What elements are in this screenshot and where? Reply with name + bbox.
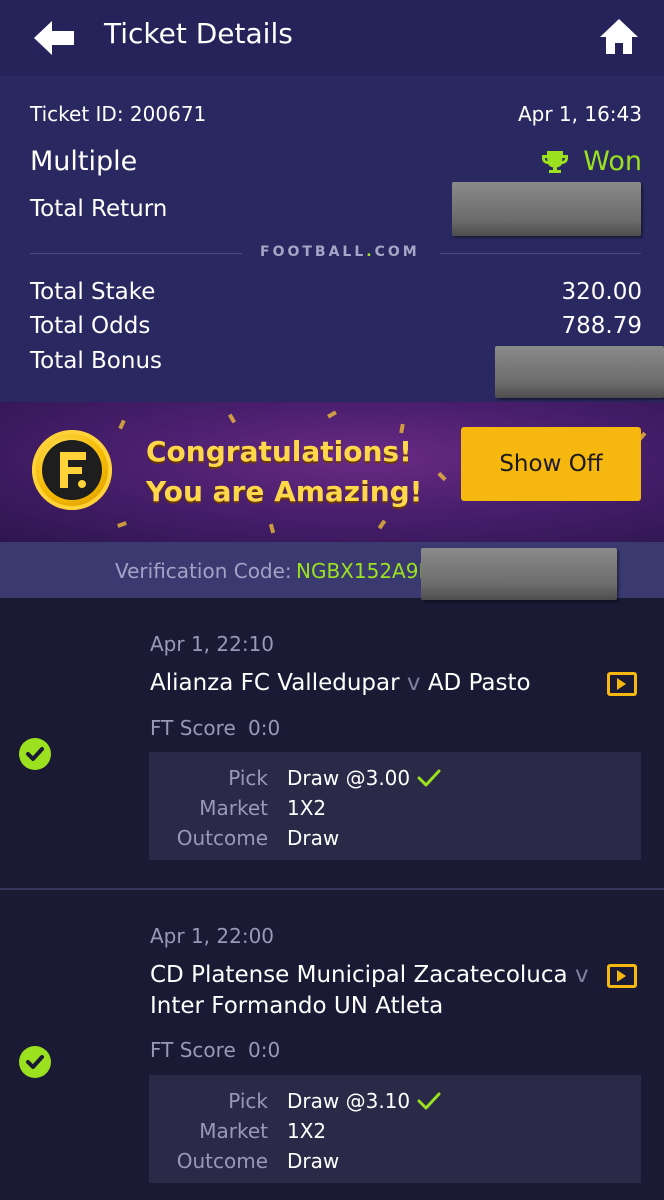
- status-text: Won: [583, 146, 642, 177]
- market-label: Market: [199, 796, 268, 820]
- check-mark-icon: [26, 1055, 44, 1069]
- total-odds-value: 788.79: [561, 313, 642, 339]
- brand-name: FOOTBALL: [260, 244, 367, 260]
- page-title: Ticket Details: [104, 17, 293, 50]
- event-item: Apr 1, 22:10 Alianza FC Valledupar v AD …: [0, 598, 664, 888]
- brand-suffix: COM: [374, 244, 420, 260]
- ft-score-value: 0:0: [248, 716, 281, 740]
- total-return-label: Total Return: [30, 196, 168, 222]
- verification-row: Verification Code: NGBX152A9I: [0, 542, 664, 600]
- won-check-icon: [19, 1046, 51, 1078]
- back-button[interactable]: [32, 18, 76, 58]
- away-team: AD Pasto: [427, 670, 531, 696]
- congrats-line-1: Congratulations!: [146, 435, 412, 468]
- outcome-label: Outcome: [176, 826, 268, 850]
- trophy-icon: [542, 150, 569, 173]
- home-button[interactable]: [598, 17, 640, 57]
- away-team: Inter Formando UN Atleta: [150, 993, 444, 1019]
- congrats-line-2: You are Amazing!: [146, 475, 423, 508]
- market-value: 1X2: [287, 1119, 327, 1143]
- total-odds-label: Total Odds: [30, 313, 151, 339]
- confetti-piece: [268, 523, 276, 534]
- outcome-label: Outcome: [176, 1149, 268, 1173]
- bet-detail-box: Pick Draw @3.10 Market 1X2 Outcome Draw: [149, 1075, 641, 1183]
- verification-label: Verification Code:: [115, 559, 292, 583]
- total-bonus-redaction: [495, 346, 664, 398]
- ft-score-value: 0:0: [248, 1038, 281, 1062]
- versus-label: v: [574, 962, 589, 988]
- verification-redaction: [421, 548, 617, 600]
- pick-value: Draw @3.10: [287, 1089, 411, 1113]
- match-tracker-icon[interactable]: [607, 964, 637, 988]
- divider-left: [30, 253, 242, 254]
- outcome-value: Draw: [287, 1149, 340, 1173]
- brand-dot: .: [366, 244, 375, 260]
- market-value: 1X2: [287, 796, 327, 820]
- home-icon: [600, 19, 638, 54]
- event-item: Apr 1, 22:00 CD Platense Municipal Zacat…: [0, 890, 664, 1200]
- home-team: CD Platense Municipal Zacatecoluca: [150, 962, 568, 988]
- confetti-piece: [117, 521, 127, 528]
- confetti-piece: [437, 471, 447, 482]
- verification-code: NGBX152A9I: [296, 559, 425, 583]
- ft-score-label: FT Score: [150, 1038, 236, 1062]
- pick-value: Draw @3.00: [287, 766, 411, 790]
- confetti-piece: [118, 419, 126, 430]
- versus-label: v: [406, 670, 421, 696]
- event-date: Apr 1, 22:10: [150, 632, 275, 656]
- top-bar: Ticket Details: [0, 0, 664, 76]
- pick-correct-icon: [417, 769, 441, 787]
- match-tracker-icon[interactable]: [607, 672, 637, 696]
- event-date: Apr 1, 22:00: [150, 924, 275, 948]
- check-mark-icon: [26, 747, 44, 761]
- confetti-piece: [327, 410, 337, 419]
- outcome-value: Draw: [287, 826, 340, 850]
- coin-face: [42, 440, 102, 500]
- ft-score-label: FT Score: [150, 716, 236, 740]
- bet-detail-box: Pick Draw @3.00 Market 1X2 Outcome Draw: [149, 752, 641, 860]
- pick-label: Pick: [228, 1089, 268, 1113]
- arrow-left-icon: [34, 21, 74, 55]
- pick-label: Pick: [228, 766, 268, 790]
- market-label: Market: [199, 1119, 268, 1143]
- total-return-redaction: [452, 182, 641, 236]
- congrats-text: Congratulations! You are Amazing!: [146, 432, 422, 512]
- confetti-piece: [377, 519, 387, 530]
- home-team: Alianza FC Valledupar: [150, 670, 400, 696]
- show-off-button[interactable]: Show Off: [461, 427, 641, 501]
- event-teams[interactable]: Alianza FC Valledupar v AD Pasto: [150, 668, 590, 699]
- football-coin-logo: [32, 430, 112, 510]
- ticket-id: Ticket ID: 200671: [30, 102, 207, 126]
- status-badge: Won: [541, 146, 642, 177]
- pick-correct-icon: [417, 1092, 441, 1110]
- ticket-date: Apr 1, 16:43: [517, 102, 642, 126]
- total-stake-label: Total Stake: [30, 279, 156, 305]
- confetti-piece: [228, 413, 236, 424]
- total-bonus-label: Total Bonus: [30, 348, 163, 374]
- brand-logo: FOOTBALL.COM: [260, 244, 420, 260]
- total-stake-value: 320.00: [561, 279, 642, 305]
- bet-type: Multiple: [30, 146, 138, 177]
- f-logo-icon: [60, 452, 86, 488]
- won-check-icon: [19, 738, 51, 770]
- divider-right: [440, 253, 641, 254]
- ticket-summary: Ticket ID: 200671 Apr 1, 16:43 Multiple …: [0, 76, 664, 402]
- event-teams[interactable]: CD Platense Municipal Zacatecoluca v Int…: [150, 960, 590, 1022]
